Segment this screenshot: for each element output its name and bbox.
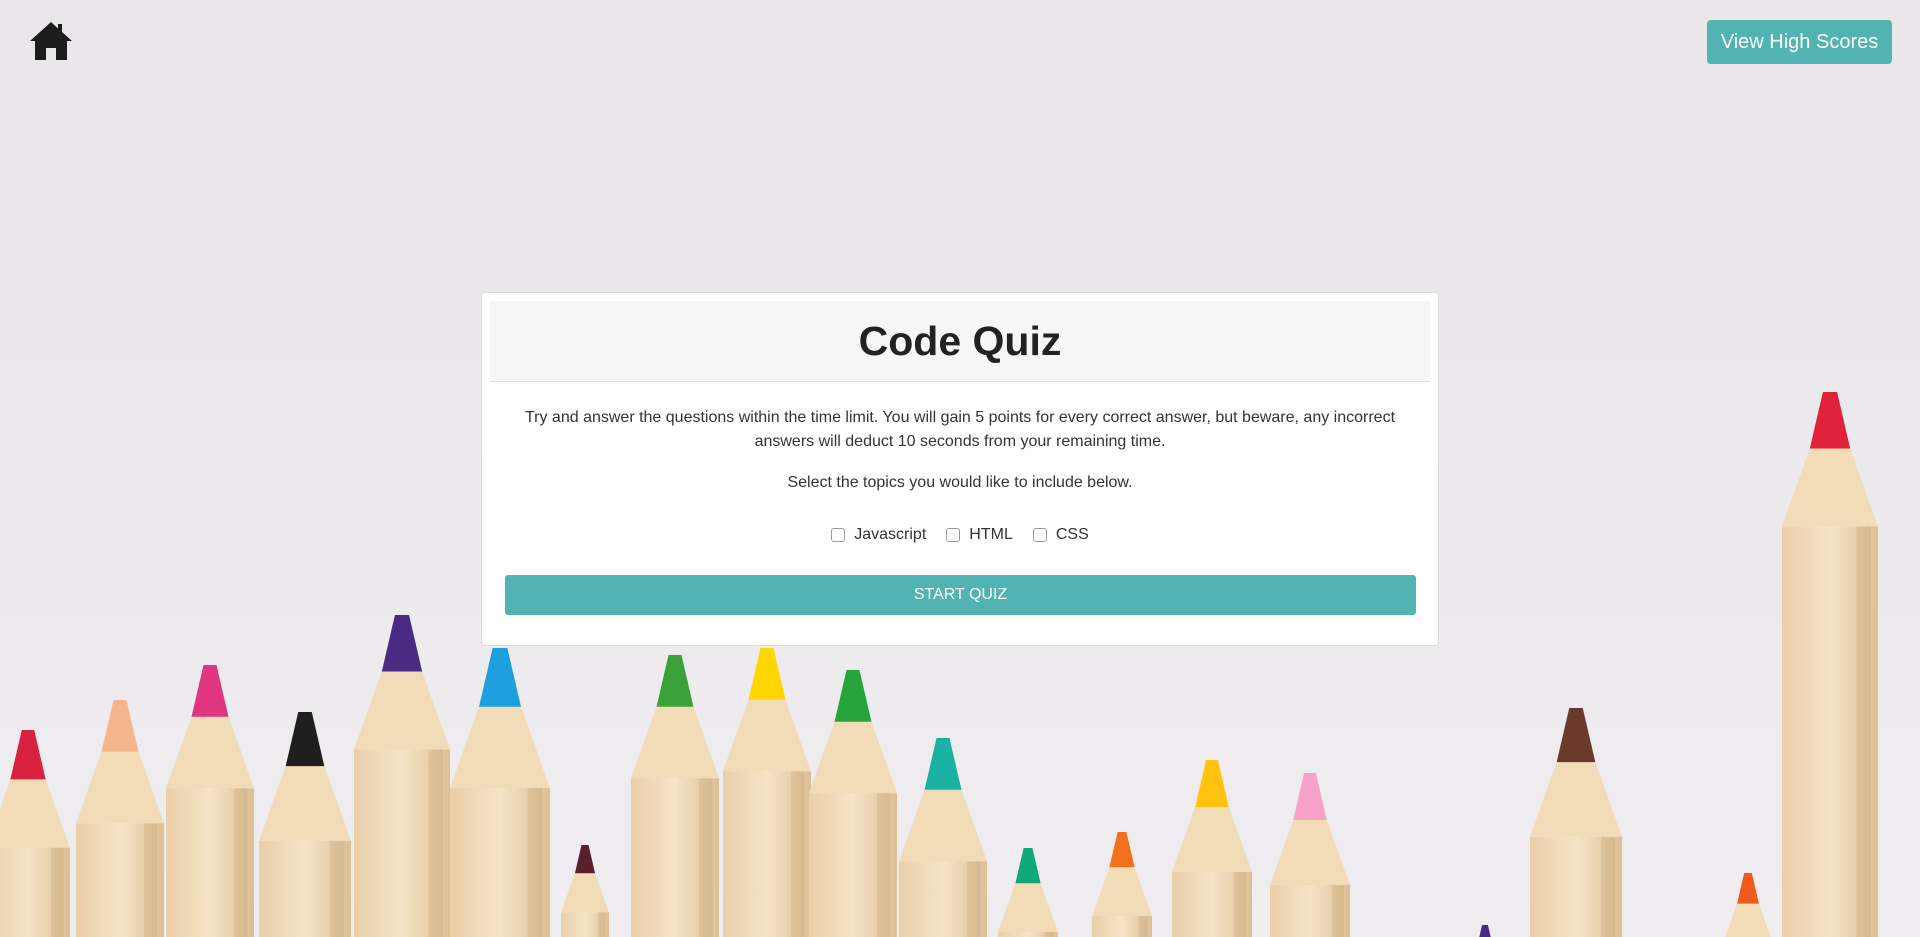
page-title: Code Quiz	[858, 317, 1062, 364]
topic-label: CSS	[1055, 526, 1089, 543]
view-high-scores-button[interactable]: View High Scores	[1707, 20, 1892, 64]
javascript-checkbox[interactable]	[831, 528, 846, 542]
topic-label: Javascript	[854, 526, 927, 543]
topic-checkbox-group: Javascript HTML CSS	[482, 526, 1438, 544]
css-checkbox[interactable]	[1032, 528, 1047, 542]
quiz-description: Try and answer the questions within the …	[524, 409, 1396, 450]
card-header: Code Quiz	[490, 301, 1430, 382]
start-quiz-button[interactable]: START QUIZ	[505, 575, 1416, 615]
home-icon	[30, 22, 72, 60]
topic-option-css[interactable]: CSS	[1032, 526, 1089, 544]
topic-select-prompt: Select the topics you would like to incl…	[787, 474, 1133, 491]
home-button[interactable]	[28, 20, 74, 62]
quiz-card: Code Quiz Try and answer the questions w…	[481, 292, 1439, 646]
topic-label: HTML	[969, 526, 1013, 543]
topic-option-javascript[interactable]: Javascript	[831, 526, 926, 544]
topic-option-html[interactable]: HTML	[946, 526, 1013, 544]
html-checkbox[interactable]	[946, 528, 961, 542]
